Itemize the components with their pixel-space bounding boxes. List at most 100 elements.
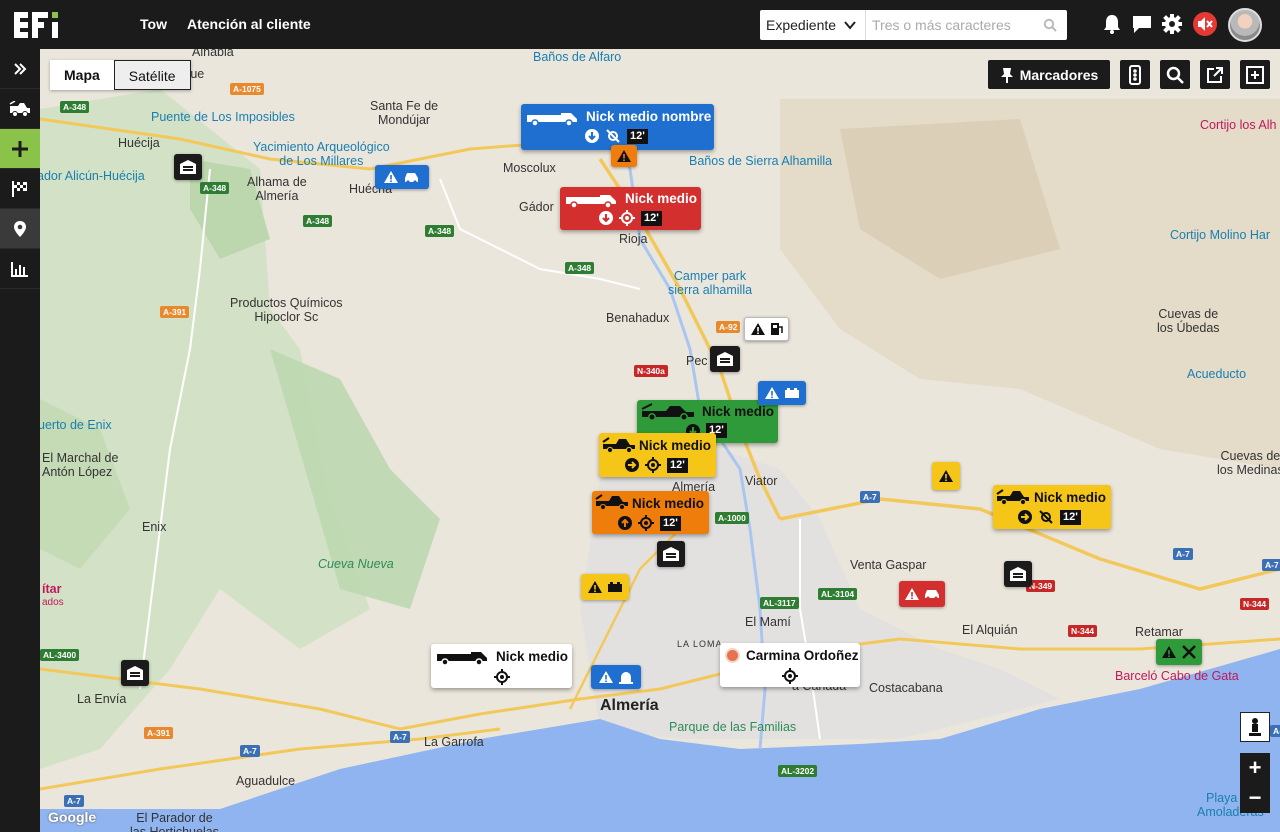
sidebar-add-button[interactable] xyxy=(0,129,40,169)
tow-truck-icon xyxy=(595,494,628,510)
map-label-camper: Camper park sierra alhamilla xyxy=(668,269,753,297)
search-icon xyxy=(1166,66,1184,84)
incident-marker[interactable] xyxy=(375,165,429,189)
warning-icon xyxy=(1162,646,1176,658)
incident-marker[interactable] xyxy=(899,581,945,607)
vehicle-card[interactable]: Nick medio 12' xyxy=(592,491,709,534)
arrow-right-icon xyxy=(1018,510,1032,524)
road-shield: N-340a xyxy=(634,365,668,377)
road-shield: A-1075 xyxy=(230,83,264,95)
road-shield: A-7 xyxy=(390,731,410,743)
tow-truck-icon xyxy=(996,489,1029,505)
garage-marker[interactable] xyxy=(174,154,202,180)
map-type-map-button[interactable]: Mapa xyxy=(50,60,114,90)
nav-customer-service[interactable]: Atención al cliente xyxy=(187,16,311,32)
zoom-in-button[interactable]: + xyxy=(1240,753,1270,783)
nav-tow[interactable]: Tow xyxy=(140,16,167,32)
garage-marker[interactable] xyxy=(710,346,740,372)
garage-marker[interactable] xyxy=(657,541,685,567)
map-label-aitar: ítar xyxy=(42,582,62,596)
map-canvas[interactable]: Alhabia Terque Santa Fe de Mondújar Baño… xyxy=(40,49,1280,832)
incident-marker[interactable] xyxy=(581,574,629,600)
zoom-out-button[interactable]: − xyxy=(1240,783,1270,813)
map-label-yacimiento: Yacimiento Arqueológico de Los Millares xyxy=(253,140,390,168)
road-shield: A-348 xyxy=(200,182,230,194)
garage-icon xyxy=(717,352,733,366)
search-type-select[interactable]: Expediente xyxy=(760,10,866,40)
warning-icon xyxy=(939,470,953,482)
incident-marker[interactable] xyxy=(1156,639,1202,665)
gps-fix-icon xyxy=(619,210,635,226)
map-label-barcelo: Barceló Cabo de Gata xyxy=(1115,669,1239,683)
car-crash-icon xyxy=(405,173,418,184)
efi-logo[interactable] xyxy=(14,10,66,40)
arrow-down-icon xyxy=(585,129,599,143)
bell-icon[interactable] xyxy=(1101,13,1123,35)
map-label-santa-fe: Santa Fe de Mondújar xyxy=(370,99,439,127)
garage-icon xyxy=(1010,567,1026,581)
garage-marker[interactable] xyxy=(1004,561,1032,587)
road-shield: A-391 xyxy=(144,727,174,739)
incident-marker[interactable] xyxy=(744,317,789,341)
vehicle-card[interactable]: Nick medio xyxy=(431,644,572,688)
map-label-venta-gaspar: Venta Gaspar xyxy=(850,558,927,572)
road-shield: A-7 xyxy=(860,491,880,503)
chat-icon[interactable] xyxy=(1131,13,1153,35)
incident-marker[interactable] xyxy=(758,381,806,405)
gps-fix-icon xyxy=(782,668,798,684)
road-shield: AL-3104 xyxy=(818,588,858,600)
garage-icon xyxy=(663,547,679,561)
warning-icon xyxy=(588,581,602,593)
vehicle-card[interactable]: Nick medio 12' xyxy=(599,433,716,477)
mute-icon[interactable] xyxy=(1193,12,1217,36)
incident-marker[interactable] xyxy=(611,145,637,167)
top-bar: Tow Atención al cliente Expediente xyxy=(0,0,1280,49)
road-shield: A-7 xyxy=(1262,559,1280,571)
map-search-button[interactable] xyxy=(1160,60,1190,89)
vehicle-card[interactable]: Nick medio 12' xyxy=(560,187,701,230)
map-label-benahadux: Benahadux xyxy=(606,311,670,325)
map-type-satellite-button[interactable]: Satélite xyxy=(113,60,191,90)
map-label-alhama: Alhama de Almería xyxy=(247,175,307,203)
fullscreen-button[interactable] xyxy=(1240,60,1270,89)
vehicle-card-title: Nick medio xyxy=(625,191,698,206)
road-shield: A-7 xyxy=(1173,548,1193,560)
traffic-light-button[interactable] xyxy=(1120,60,1150,89)
warning-icon xyxy=(599,671,613,683)
siren-icon xyxy=(619,672,633,684)
gear-icon[interactable] xyxy=(1161,13,1183,35)
agent-card[interactable]: Carmina Ordoñez xyxy=(720,643,860,687)
sidebar-stats-button[interactable] xyxy=(0,249,40,289)
incident-marker[interactable] xyxy=(591,665,641,689)
external-open-button[interactable] xyxy=(1200,60,1230,89)
vehicle-card[interactable]: Nick medio nombre 12' xyxy=(521,104,714,150)
truck-icon xyxy=(527,113,577,127)
map-label-banos-sierra: Baños de Sierra Alhamilla xyxy=(689,154,833,168)
car-icon xyxy=(925,590,939,600)
arrow-up-icon xyxy=(618,516,632,530)
search-input[interactable] xyxy=(872,11,1042,39)
vehicle-card-title: Nick medio xyxy=(702,404,775,419)
vehicle-card[interactable]: Nick medio 12' xyxy=(993,485,1111,529)
search-icon[interactable] xyxy=(1043,18,1057,32)
sidebar xyxy=(0,49,40,832)
sidebar-expand-button[interactable] xyxy=(0,49,40,89)
sidebar-tow-button[interactable] xyxy=(0,89,40,129)
road-shield: A-348 xyxy=(60,101,90,113)
incident-marker[interactable] xyxy=(932,462,960,490)
markers-button[interactable]: Marcadores xyxy=(988,60,1110,89)
sidebar-finish-button[interactable] xyxy=(0,169,40,209)
gps-fix-icon xyxy=(494,669,510,685)
sidebar-location-button[interactable] xyxy=(0,209,40,249)
tow-truck-icon xyxy=(641,403,694,421)
road-shield: AL-3400 xyxy=(40,649,80,661)
street-view-button[interactable] xyxy=(1240,712,1270,742)
truck-icon xyxy=(437,652,487,666)
map-label-moscolux: Moscolux xyxy=(503,161,556,175)
arrow-down-icon xyxy=(599,211,613,225)
vehicle-card-title: Nick medio xyxy=(1034,490,1107,505)
road-shield: A-348 xyxy=(303,215,333,227)
user-avatar[interactable] xyxy=(1228,8,1262,42)
map-label-cuevas-ubedas: Cuevas de los Úbedas xyxy=(1157,307,1220,335)
garage-marker[interactable] xyxy=(121,660,149,686)
